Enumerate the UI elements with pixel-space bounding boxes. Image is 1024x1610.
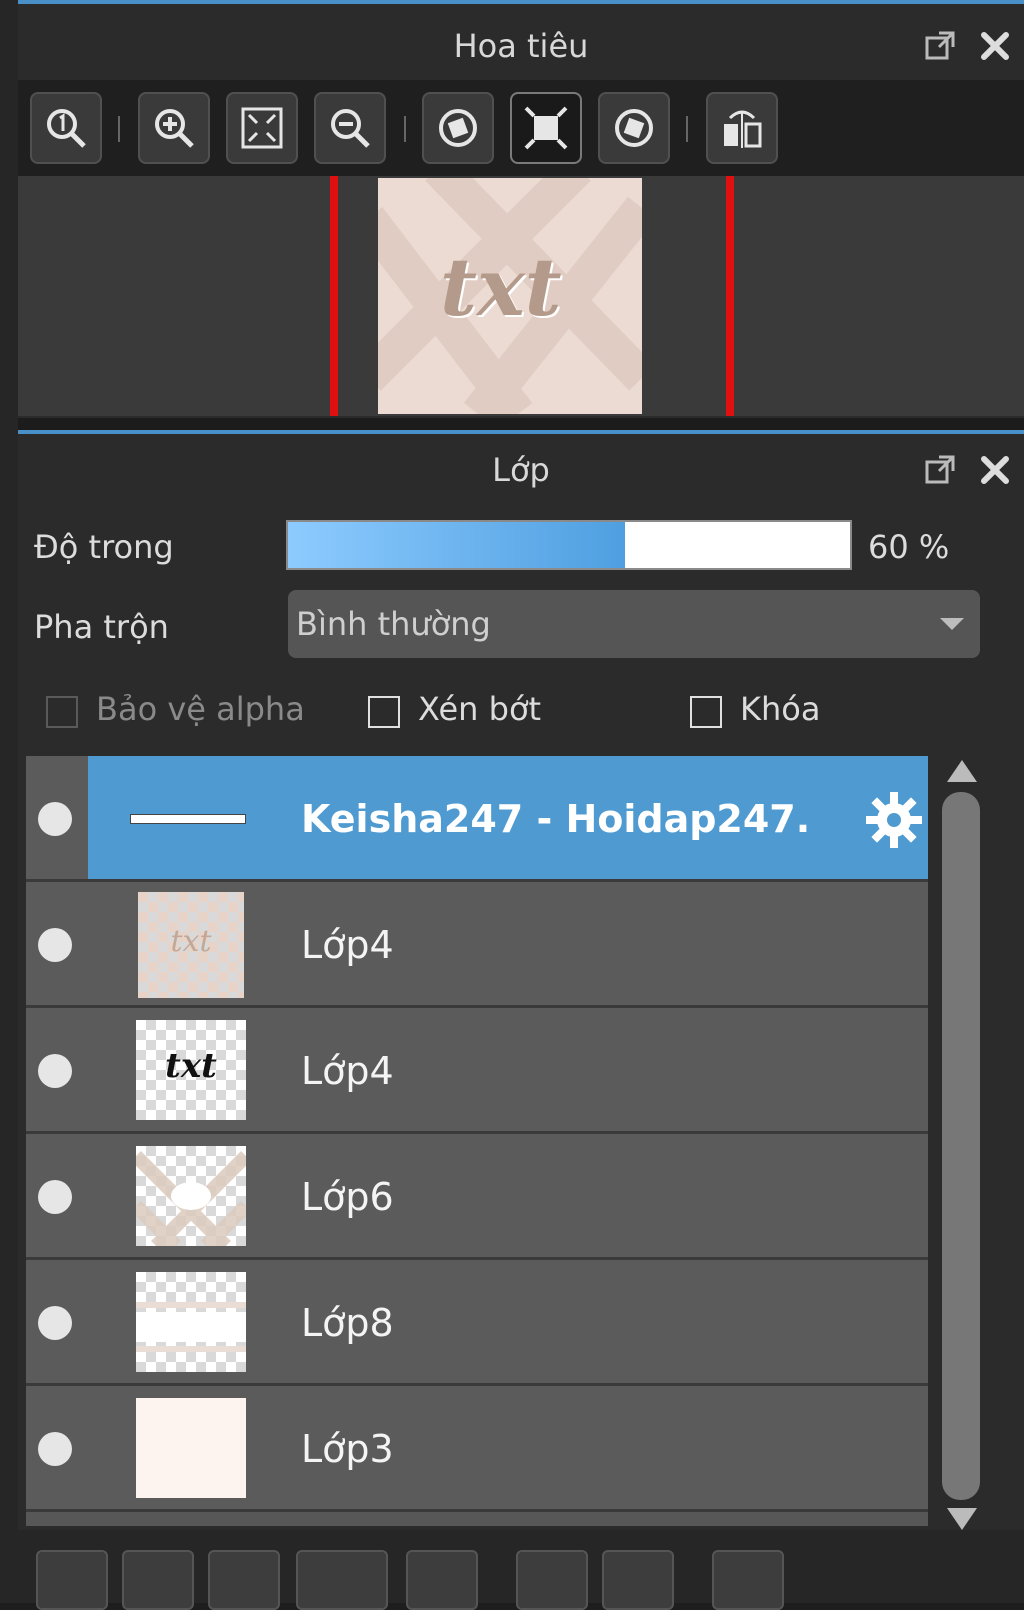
scroll-down-icon[interactable] [947,1508,977,1530]
layer-name: Lớp4 [301,1049,394,1093]
layer-row[interactable]: Lớp3 [26,1386,928,1512]
fit-window-button[interactable] [226,92,298,164]
layer-name: Lớp3 [301,1427,394,1471]
delete-layer-button[interactable] [712,1550,784,1610]
layer-row[interactable]: txt Lớp4 [26,882,928,1008]
visibility-toggle[interactable] [38,802,72,836]
visibility-toggle[interactable] [38,1306,72,1340]
opacity-slider-fill [288,522,626,568]
scrollbar-thumb[interactable] [942,792,980,1500]
layer-thumbnail [130,814,246,824]
visibility-toggle[interactable] [38,1432,72,1466]
duplicate-layer-button[interactable] [516,1550,588,1610]
visibility-toggle[interactable] [38,1180,72,1214]
layer-thumbnail: txt [138,892,244,998]
layer-list-scrollbar[interactable] [936,756,988,1536]
layer-thumbnail [136,1398,246,1498]
layer-thumbnail [136,1146,246,1246]
layer-list: Keisha247 - Hoidap247. txt Lớp4 txt Lớp4 [26,756,928,1526]
navigator-titlebar: Hoa tiêu [18,10,1024,82]
opacity-label: Độ trong [34,528,174,566]
view-bound-right [726,176,734,416]
protect-alpha-label: Bảo vệ alpha [96,690,305,728]
new-layer-button[interactable] [36,1550,108,1610]
panel-top-accent [18,0,1024,4]
clipping-checkbox[interactable] [368,696,400,728]
visibility-toggle[interactable] [38,1054,72,1088]
layers-titlebar: Lớp [18,434,1024,506]
fit-window-icon [241,107,283,149]
layer-name: Keisha247 - Hoidap247. [301,797,811,841]
zoom-in-button[interactable] [138,92,210,164]
new-vector-layer-button[interactable] [122,1550,194,1610]
layer-row[interactable]: Lớp8 [26,1260,928,1386]
close-icon[interactable] [978,29,1012,63]
layer-name: Lớp4 [301,923,394,967]
rotate-right-button[interactable] [598,92,670,164]
layer-thumbnail: txt [136,1020,246,1120]
canvas-preview-image: txt [378,178,642,414]
opacity-slider[interactable] [286,520,852,570]
rotate-left-icon [439,109,477,147]
merge-down-button[interactable] [406,1550,478,1610]
popout-icon[interactable] [924,453,958,487]
blend-mode-label: Pha trộn [34,608,169,646]
toolbar-separator [686,116,688,142]
lock-checkbox[interactable] [690,696,722,728]
zoom-actual-button[interactable] [30,92,102,164]
gear-icon[interactable] [864,790,924,850]
thumbnail-txt: txt [170,924,212,959]
navigator-toolbar [18,80,1024,176]
visibility-toggle[interactable] [38,928,72,962]
chevron-down-icon [940,618,964,630]
layers-bottom-toolbar [18,1530,1024,1610]
opacity-value: 60 % [868,528,950,566]
zoom-actual-icon [47,109,86,148]
layer-thumbnail [136,1272,246,1372]
zoom-out-button[interactable] [314,92,386,164]
layer-row[interactable]: Keisha247 - Hoidap247. [26,756,928,882]
lock-label: Khóa [740,690,821,728]
scroll-up-icon[interactable] [947,760,977,782]
rotate-left-button[interactable] [422,92,494,164]
preview-txt-graphic: txt [440,240,562,334]
new-halftone-layer-button[interactable] [208,1550,280,1610]
blend-mode-select[interactable]: Bình thường [288,590,980,658]
blend-mode-value: Bình thường [296,605,491,643]
navigator-preview-area[interactable]: txt [18,176,1024,416]
layer-row[interactable]: txt Lớp4 [26,1008,928,1134]
popout-icon[interactable] [924,29,958,63]
layer-row[interactable]: Lớp6 [26,1134,928,1260]
navigator-panel: Hoa tiêu txt [18,0,1024,418]
new-folder-button[interactable] [296,1550,388,1610]
zoom-in-icon [155,109,194,148]
flip-horizontal-icon [724,110,762,148]
close-icon[interactable] [978,453,1012,487]
zoom-out-icon [331,109,370,148]
thumbnail-txt: txt [165,1046,217,1086]
clipping-label: Xén bớt [418,690,542,728]
fit-canvas-button[interactable] [510,92,582,164]
toolbar-separator [404,116,406,142]
protect-alpha-checkbox[interactable] [46,696,78,728]
transfer-layer-button[interactable] [602,1550,674,1610]
layer-name: Lớp8 [301,1301,394,1345]
layer-name: Lớp6 [301,1175,394,1219]
toolbar-separator [118,116,120,142]
rotate-right-icon [615,109,653,147]
fit-canvas-icon [524,106,568,150]
navigator-title: Hoa tiêu [453,27,589,65]
view-bound-left [330,176,338,416]
left-edge-strip [0,0,20,1603]
flip-horizontal-button[interactable] [706,92,778,164]
layers-title: Lớp [492,451,550,489]
